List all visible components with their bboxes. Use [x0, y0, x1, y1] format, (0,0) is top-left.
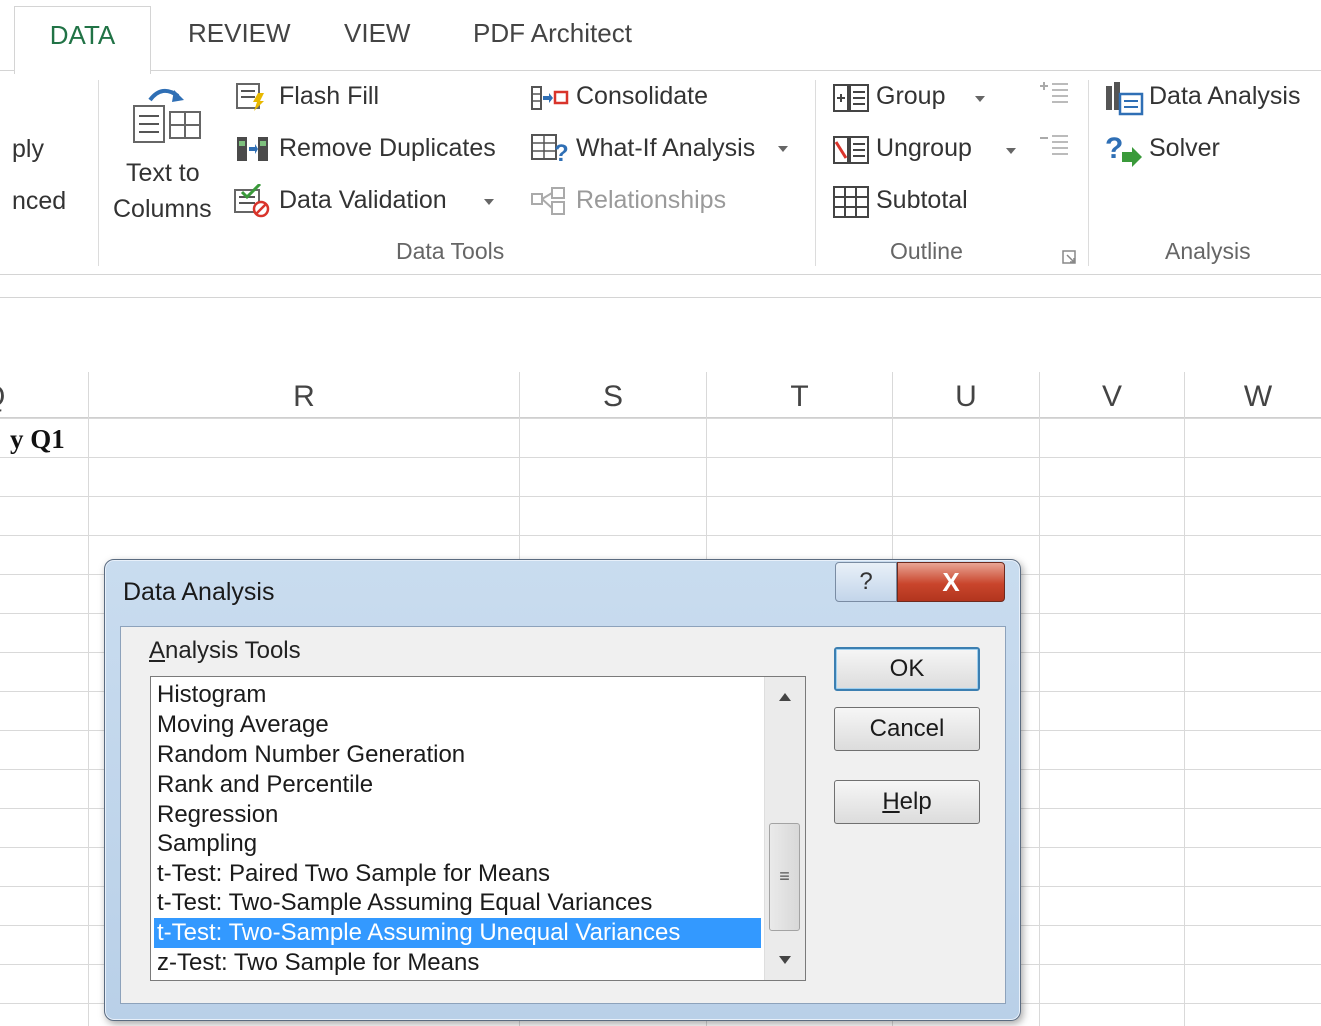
grid-line — [0, 496, 1321, 497]
grid-line — [0, 418, 1321, 419]
scroll-up-icon[interactable] — [765, 679, 805, 713]
cell-q-partial-text[interactable]: y Q1 — [10, 424, 65, 455]
remove-duplicates-icon[interactable] — [236, 135, 268, 161]
show-detail-icon[interactable] — [1038, 80, 1070, 108]
scrollbar-thumb[interactable]: ≡ — [769, 823, 800, 931]
consolidate-button[interactable]: Consolidate — [576, 82, 708, 111]
ribbon-partial-label-1[interactable]: ply — [12, 135, 44, 164]
list-item[interactable]: Moving Average — [157, 710, 329, 740]
what-if-dropdown-icon[interactable] — [778, 146, 788, 152]
grid-line — [0, 535, 1321, 536]
ribbon-partial-label-2[interactable]: nced — [12, 187, 66, 216]
column-header-w[interactable]: W — [1185, 372, 1321, 418]
list-item[interactable]: Regression — [157, 800, 278, 830]
svg-text:?: ? — [1105, 132, 1123, 165]
tab-view[interactable]: VIEW — [344, 18, 410, 49]
ribbon-separator — [1088, 80, 1089, 266]
column-header-u[interactable]: U — [893, 372, 1039, 418]
ungroup-button[interactable]: Ungroup — [876, 134, 972, 163]
analysis-tools-listbox[interactable]: Histogram Moving Average Random Number G… — [150, 676, 806, 981]
list-item[interactable]: z-Test: Two Sample for Means — [157, 948, 479, 978]
text-to-columns-label-2[interactable]: Columns — [113, 195, 212, 224]
ungroup-icon[interactable] — [833, 136, 869, 164]
ribbon-tab-bar: DATA REVIEW VIEW PDF Architect — [0, 0, 1321, 74]
scroll-down-icon[interactable] — [765, 944, 805, 978]
solver-icon[interactable]: ? — [1104, 132, 1142, 167]
cancel-button[interactable]: Cancel — [834, 707, 980, 751]
hide-detail-icon[interactable] — [1038, 132, 1070, 160]
ribbon-separator — [98, 80, 99, 266]
svg-text:?: ? — [554, 140, 569, 163]
tab-data[interactable]: DATA — [14, 6, 151, 74]
column-header-t[interactable]: T — [707, 372, 892, 418]
grid-line — [1184, 372, 1185, 1026]
list-item[interactable]: Histogram — [157, 680, 266, 710]
relationships-button[interactable]: Relationships — [576, 186, 726, 215]
solver-button[interactable]: Solver — [1149, 134, 1220, 163]
consolidate-icon[interactable] — [530, 85, 569, 110]
outline-dialog-launcher-icon[interactable] — [1062, 250, 1076, 264]
help-button[interactable]: Help — [834, 780, 980, 824]
list-item[interactable]: t-Test: Two-Sample Assuming Equal Varian… — [157, 888, 652, 918]
data-validation-icon[interactable] — [234, 182, 270, 218]
question-icon: ? — [859, 568, 873, 595]
subtotal-button[interactable]: Subtotal — [876, 186, 968, 215]
column-header-v[interactable]: V — [1040, 372, 1184, 418]
list-item[interactable]: t-Test: Paired Two Sample for Means — [157, 859, 550, 889]
subtotal-icon[interactable] — [833, 186, 869, 218]
listbox-scrollbar[interactable]: ≡ — [764, 677, 805, 980]
dialog-close-button[interactable]: X — [897, 562, 1005, 602]
ribbon-separator — [815, 80, 816, 266]
data-analysis-icon[interactable] — [1104, 80, 1144, 116]
group-icon[interactable] — [833, 84, 869, 112]
list-item-selected[interactable]: t-Test: Two-Sample Assuming Unequal Vari… — [154, 918, 761, 948]
text-to-columns-label-1[interactable]: Text to — [126, 159, 200, 188]
list-item[interactable]: Random Number Generation — [157, 740, 465, 770]
ok-button[interactable]: OK — [834, 647, 980, 691]
grid-line — [0, 457, 1321, 458]
column-header-s[interactable]: S — [520, 372, 706, 418]
data-validation-dropdown-icon[interactable] — [484, 199, 494, 205]
dialog-body: Analysis Tools Histogram Moving Average … — [120, 626, 1006, 1004]
text-to-columns-icon[interactable] — [130, 82, 204, 148]
close-icon: X — [942, 567, 960, 597]
what-if-analysis-button[interactable]: What-If Analysis — [576, 134, 755, 163]
data-tools-group-label: Data Tools — [396, 238, 505, 264]
analysis-group-label: Analysis — [1165, 238, 1251, 264]
list-item[interactable]: Sampling — [157, 829, 257, 859]
dialog-title: Data Analysis — [123, 578, 275, 606]
group-dropdown-icon[interactable] — [975, 96, 985, 102]
column-header-r[interactable]: R — [89, 372, 519, 418]
outline-group-label: Outline — [890, 238, 963, 264]
data-analysis-dialog: Data Analysis ? X Analysis Tools Histogr… — [104, 559, 1021, 1021]
flash-fill-icon[interactable] — [236, 83, 264, 111]
analysis-tools-label: Analysis Tools — [149, 637, 301, 664]
column-header-q[interactable]: Q — [0, 372, 88, 418]
relationships-icon[interactable] — [530, 186, 565, 215]
tab-pdf-architect[interactable]: PDF Architect — [473, 18, 632, 49]
grid-line — [1039, 372, 1040, 1026]
data-analysis-button[interactable]: Data Analysis — [1149, 82, 1300, 111]
flash-fill-button[interactable]: Flash Fill — [279, 82, 379, 111]
grid-line — [88, 372, 89, 1026]
ungroup-dropdown-icon[interactable] — [1006, 148, 1016, 154]
dialog-help-button[interactable]: ? — [835, 562, 897, 602]
data-validation-button[interactable]: Data Validation — [279, 186, 447, 215]
tab-review[interactable]: REVIEW — [188, 18, 291, 49]
remove-duplicates-button[interactable]: Remove Duplicates — [279, 134, 496, 163]
formula-bar[interactable] — [0, 297, 1321, 357]
what-if-analysis-icon[interactable]: ? — [530, 133, 569, 167]
list-item[interactable]: Rank and Percentile — [157, 770, 373, 800]
group-button[interactable]: Group — [876, 82, 945, 111]
